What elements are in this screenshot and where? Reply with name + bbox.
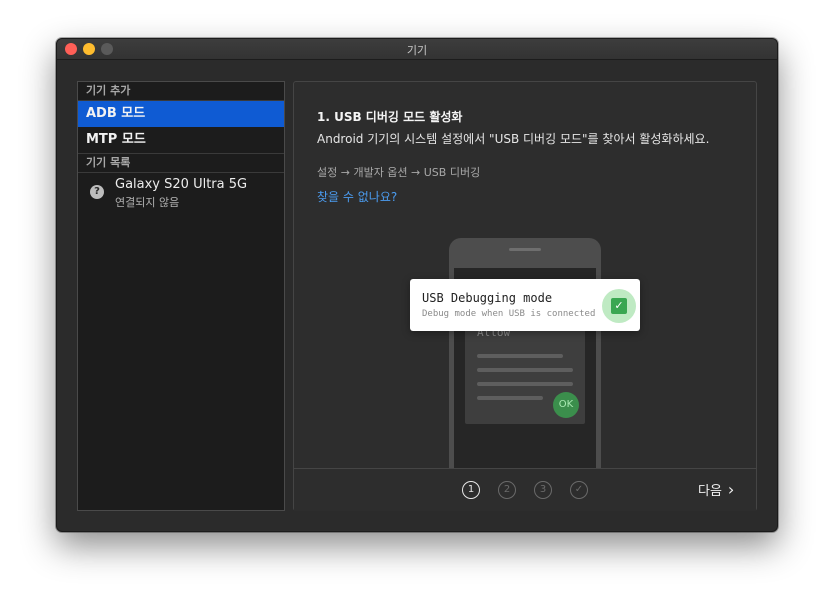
sidebar-item-mtp-mode[interactable]: MTP 모드 [78,127,284,154]
window-title: 기기 [406,44,428,57]
add-device-header: 기기 추가 [78,82,284,101]
sidebar-item-adb-mode[interactable]: ADB 모드 [78,101,284,127]
usb-debugging-toast: USB Debugging mode Debug mode when USB i… [410,279,640,331]
phone-illustration: Allow OK [449,238,601,478]
toast-title: USB Debugging mode [422,291,553,305]
title-bar: 기기 [57,39,777,60]
device-list-header: 기기 목록 [78,154,284,173]
settings-path: 설정 → 개발자 옵션 → USB 디버깅 [317,166,481,179]
step-description: Android 기기의 시스템 설정에서 "USB 디버깅 모드"를 찾아서 활… [317,132,710,146]
step-done-indicator: ✓ [570,481,588,499]
question-icon: ? [90,185,104,199]
phone-speaker [509,248,541,251]
device-window: 기기 기기 추가 ADB 모드 MTP 모드 기기 목록 ? Galaxy S2… [56,38,778,532]
toast-subtitle: Debug mode when USB is connected [422,309,596,319]
step-1-indicator: 1 [462,481,480,499]
dialog-ok-icon: OK [553,392,579,418]
check-icon: ✓ [611,298,627,314]
dialog-text-line [477,354,563,358]
chevron-right-icon: › [727,480,735,499]
dialog-text-line [477,368,573,372]
device-status: 연결되지 않음 [115,196,180,209]
sidebar: 기기 추가 ADB 모드 MTP 모드 기기 목록 ? Galaxy S20 U… [77,81,285,511]
step-2-indicator: 2 [498,481,516,499]
next-button-label: 다음 [698,484,722,499]
step-title: 1. USB 디버깅 모드 활성화 [317,110,463,124]
wizard-footer: 1 2 3 ✓ 다음 › [294,468,756,511]
next-button[interactable]: 다음 › [698,479,734,501]
main-panel: 1. USB 디버깅 모드 활성화 Android 기기의 시스템 설정에서 "… [293,81,757,511]
device-list-item[interactable]: ? Galaxy S20 Ultra 5G 연결되지 않음 [78,173,284,213]
device-name: Galaxy S20 Ultra 5G [115,177,248,192]
checkbox-icon: ✓ [602,289,636,323]
dialog-text-line [477,396,543,400]
step-3-indicator: 3 [534,481,552,499]
cant-find-link[interactable]: 찾을 수 없나요? [317,188,397,205]
dialog-text-line [477,382,573,386]
step-indicator: 1 2 3 ✓ [462,481,592,499]
